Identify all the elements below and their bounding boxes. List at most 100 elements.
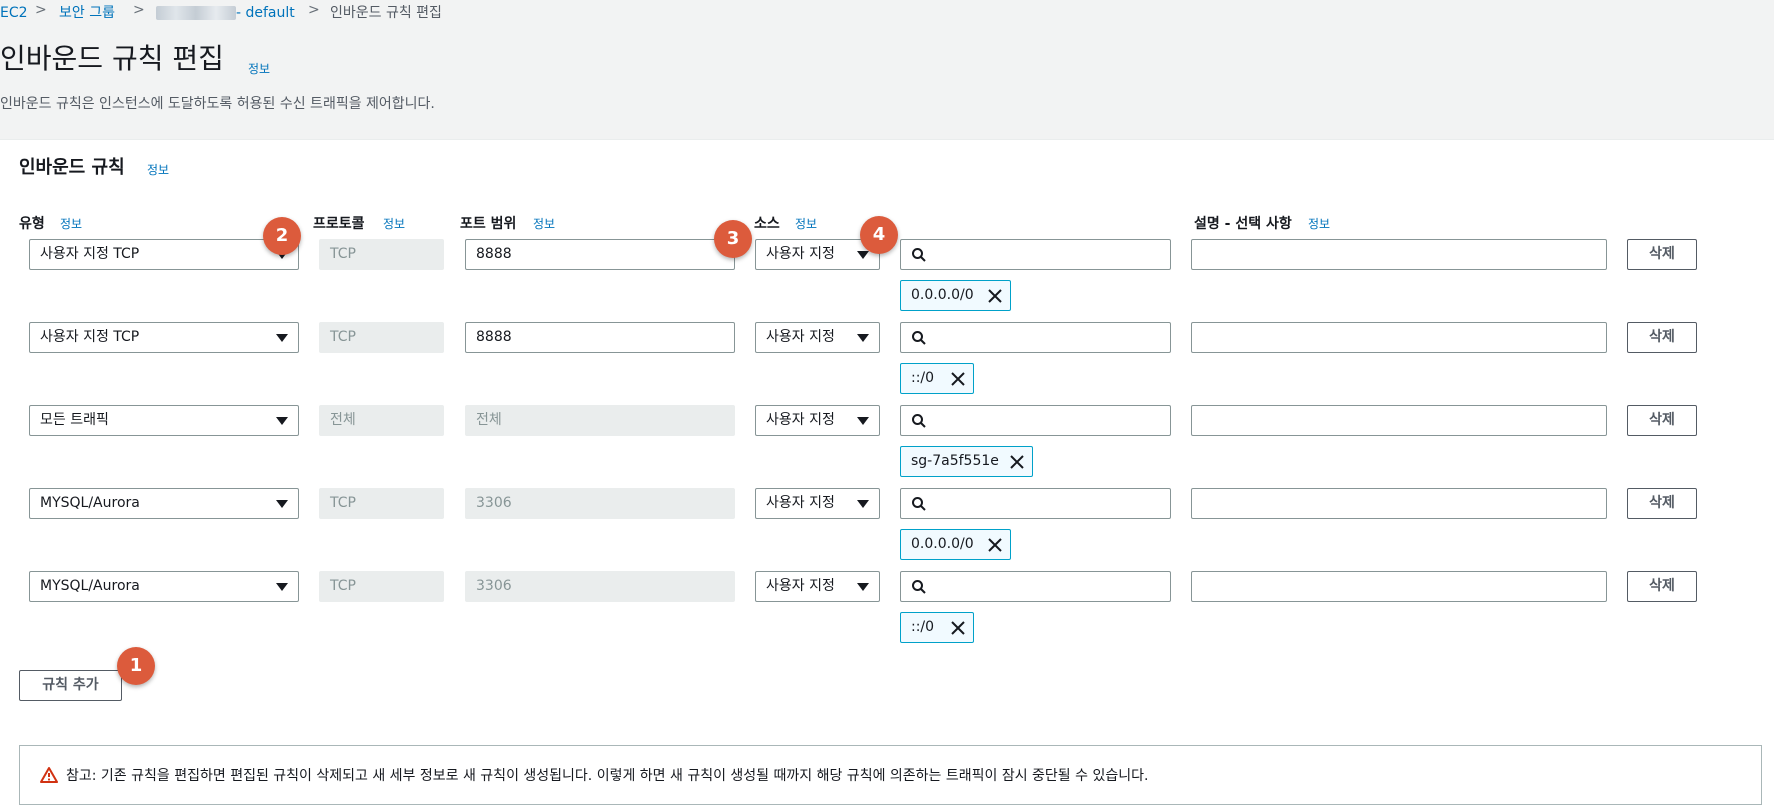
col-protocol: 프로토콜	[313, 216, 365, 232]
alert-text: 참고: 기존 규칙을 편집하면 편집된 규칙이 삭제되고 새 세부 정보로 새 …	[66, 768, 1149, 784]
source-value: 사용자 지정	[766, 329, 835, 345]
close-icon[interactable]	[986, 287, 1004, 305]
breadcrumb-separator: >	[35, 2, 47, 18]
col-type-info[interactable]: 정보	[60, 215, 82, 232]
source-token: 0.0.0.0/0	[900, 280, 1011, 311]
close-icon[interactable]	[986, 536, 1004, 554]
source-token: ::/0	[900, 363, 974, 394]
redacted-name	[156, 6, 236, 20]
source-token: ::/0	[900, 612, 974, 643]
cidr-search-input[interactable]	[900, 488, 1171, 519]
source-value: 사용자 지정	[766, 246, 835, 262]
search-icon	[912, 497, 926, 511]
page-title: 인바운드 규칙 편집	[0, 42, 224, 75]
delete-rule-button[interactable]: 삭제	[1627, 405, 1697, 436]
type-value: 사용자 지정 TCP	[40, 246, 140, 262]
source-value: 사용자 지정	[766, 412, 835, 428]
token-label: sg-7a5f551e	[911, 453, 999, 469]
token-label: 0.0.0.0/0	[911, 536, 974, 552]
cidr-search-input[interactable]	[900, 571, 1171, 602]
chevron-down-icon	[857, 583, 869, 591]
protocol-field: TCP	[319, 571, 444, 602]
protocol-field: TCP	[319, 239, 444, 270]
warning-alert: 참고: 기존 규칙을 편집하면 편집된 규칙이 삭제되고 새 세부 정보로 새 …	[19, 745, 1762, 805]
col-description: 설명 - 선택 사항	[1194, 216, 1292, 232]
chevron-down-icon	[276, 500, 288, 508]
description-input[interactable]	[1191, 322, 1607, 353]
port-range-input[interactable]: 8888	[465, 239, 735, 270]
source-token: sg-7a5f551e	[900, 446, 1033, 477]
chevron-down-icon	[857, 251, 869, 259]
close-icon[interactable]	[1008, 453, 1026, 471]
type-value: MYSQL/Aurora	[40, 495, 140, 511]
col-type: 유형	[19, 216, 45, 232]
col-port-range: 포트 범위	[460, 216, 517, 232]
panel-info-link[interactable]: 정보	[147, 161, 169, 178]
protocol-field: TCP	[319, 488, 444, 519]
delete-rule-button[interactable]: 삭제	[1627, 322, 1697, 353]
breadcrumb-security-group-label: - default	[236, 5, 295, 21]
breadcrumb-security-groups[interactable]: 보안 그룹	[59, 4, 115, 22]
source-select[interactable]: 사용자 지정	[755, 405, 880, 436]
token-label: ::/0	[911, 619, 935, 635]
description-input[interactable]	[1191, 488, 1607, 519]
port-range-field: 전체	[465, 405, 735, 436]
source-token: 0.0.0.0/0	[900, 529, 1011, 560]
col-port-info[interactable]: 정보	[533, 215, 555, 232]
search-icon	[912, 331, 926, 345]
source-value: 사용자 지정	[766, 495, 835, 511]
annotation-badge-3: 3	[714, 220, 752, 258]
type-value: 사용자 지정 TCP	[40, 329, 140, 345]
source-select[interactable]: 사용자 지정	[755, 488, 880, 519]
cidr-search-input[interactable]	[900, 322, 1171, 353]
type-select[interactable]: MYSQL/Aurora	[29, 488, 299, 519]
chevron-down-icon	[857, 500, 869, 508]
search-icon	[912, 580, 926, 594]
protocol-field: TCP	[319, 322, 444, 353]
breadcrumb-ec2[interactable]: EC2	[0, 4, 28, 22]
breadcrumb-security-group[interactable]: - default	[156, 4, 295, 22]
source-select[interactable]: 사용자 지정	[755, 571, 880, 602]
warning-icon	[40, 767, 58, 783]
add-rule-button[interactable]: 규칙 추가	[19, 670, 122, 701]
breadcrumb-separator: >	[133, 2, 145, 18]
col-source-info[interactable]: 정보	[795, 215, 817, 232]
col-description-info[interactable]: 정보	[1308, 215, 1330, 232]
search-icon	[912, 248, 926, 262]
search-icon	[912, 414, 926, 428]
type-select[interactable]: 사용자 지정 TCP	[29, 322, 299, 353]
description-input[interactable]	[1191, 571, 1607, 602]
delete-rule-button[interactable]: 삭제	[1627, 239, 1697, 270]
cidr-search-input[interactable]	[900, 239, 1171, 270]
description-input[interactable]	[1191, 405, 1607, 436]
port-range-input[interactable]: 8888	[465, 322, 735, 353]
type-select[interactable]: 사용자 지정 TCP	[29, 239, 299, 270]
annotation-badge-2: 2	[263, 217, 301, 255]
type-select[interactable]: 모든 트래픽	[29, 405, 299, 436]
annotation-badge-1: 1	[117, 647, 155, 685]
chevron-down-icon	[857, 417, 869, 425]
port-range-field: 3306	[465, 488, 735, 519]
page-description: 인바운드 규칙은 인스턴스에 도달하도록 허용된 수신 트래픽을 제어합니다.	[0, 96, 435, 112]
source-value: 사용자 지정	[766, 578, 835, 594]
breadcrumb-current: 인바운드 규칙 편집	[330, 5, 442, 21]
col-protocol-info[interactable]: 정보	[383, 215, 405, 232]
type-value: MYSQL/Aurora	[40, 578, 140, 594]
chevron-down-icon	[857, 334, 869, 342]
col-source: 소스	[754, 216, 780, 232]
close-icon[interactable]	[949, 370, 967, 388]
delete-rule-button[interactable]: 삭제	[1627, 488, 1697, 519]
description-input[interactable]	[1191, 239, 1607, 270]
annotation-badge-4: 4	[860, 216, 898, 254]
port-range-field: 3306	[465, 571, 735, 602]
close-icon[interactable]	[949, 619, 967, 637]
chevron-down-icon	[276, 417, 288, 425]
breadcrumb-separator: >	[308, 2, 320, 18]
page-info-link[interactable]: 정보	[248, 60, 270, 77]
delete-rule-button[interactable]: 삭제	[1627, 571, 1697, 602]
source-select[interactable]: 사용자 지정	[755, 322, 880, 353]
type-select[interactable]: MYSQL/Aurora	[29, 571, 299, 602]
chevron-down-icon	[276, 583, 288, 591]
type-value: 모든 트래픽	[40, 412, 109, 428]
cidr-search-input[interactable]	[900, 405, 1171, 436]
